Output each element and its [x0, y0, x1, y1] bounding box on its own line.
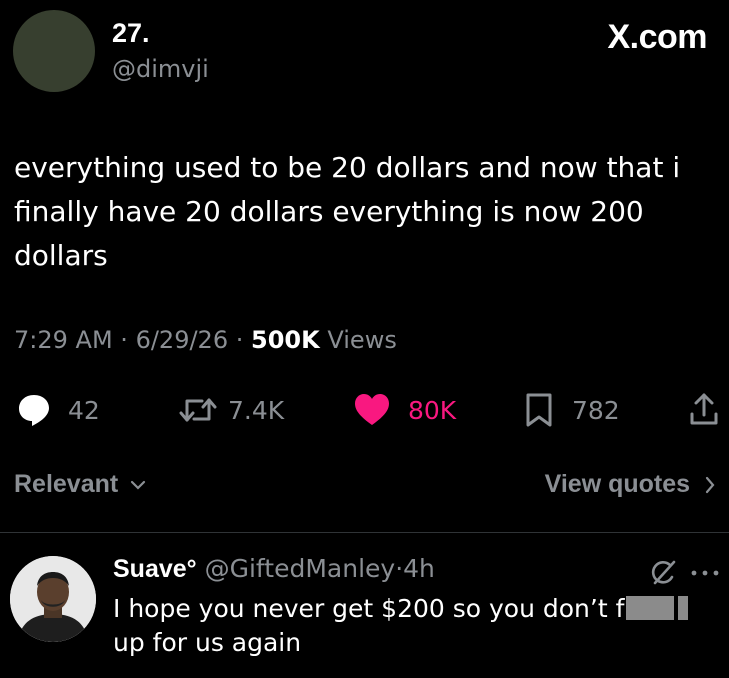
repost-icon — [179, 398, 217, 422]
like-button[interactable]: 80K — [352, 390, 456, 430]
chevron-right-icon — [705, 477, 715, 494]
post-meta: 7:29 AM · 6/29/26 · 500K Views — [14, 326, 397, 354]
reply-avatar[interactable] — [10, 556, 96, 642]
share-button[interactable] — [686, 390, 722, 430]
view-quotes-link[interactable]: View quotes — [545, 470, 717, 499]
meta-separator: · — [235, 326, 244, 354]
reply-separator: · — [395, 554, 404, 583]
author-name[interactable]: 27. — [112, 18, 150, 49]
grok-icon[interactable] — [648, 559, 678, 587]
views-count: 500K — [251, 326, 320, 354]
reply-author-name[interactable]: Suave° — [113, 555, 197, 583]
bookmark-count: 782 — [572, 395, 620, 425]
repost-count: 7.4K — [228, 395, 285, 425]
reply-text-line: up for us again — [113, 628, 302, 657]
sort-label: Relevant — [14, 470, 119, 498]
bookmark-icon — [526, 393, 552, 427]
reply-count: 42 — [68, 395, 100, 425]
share-icon — [690, 393, 718, 425]
post-time: 7:29 AM — [14, 326, 113, 354]
author-avatar[interactable] — [13, 10, 95, 92]
post-date: 6/29/26 — [135, 326, 229, 354]
chevron-down-icon — [131, 481, 146, 490]
sort-dropdown[interactable]: Relevant — [14, 470, 147, 499]
views-label: Views — [327, 326, 397, 354]
more-icon[interactable] — [690, 568, 720, 578]
reply-author-handle[interactable]: @GiftedManley — [205, 554, 396, 583]
bookmark-button[interactable]: 782 — [522, 390, 620, 430]
reply-time: 4h — [403, 554, 435, 583]
brand-logo: X.com — [607, 18, 707, 56]
reply-text: I hope you never get $200 so you don’t f… — [113, 592, 713, 660]
meta-separator: · — [120, 326, 128, 354]
reply-icon — [19, 395, 49, 426]
reply-button[interactable]: 42 — [14, 390, 100, 430]
like-count: 80K — [408, 395, 457, 425]
view-quotes-label: View quotes — [544, 470, 691, 498]
author-handle[interactable]: @dimvji — [112, 55, 209, 83]
divider — [0, 532, 729, 533]
post-text: everything used to be 20 dollars and now… — [14, 151, 681, 272]
heart-icon — [355, 394, 389, 425]
reply-header: Suave° @GiftedManley·4h — [113, 554, 435, 584]
censor-block — [678, 596, 689, 620]
censor-block — [626, 596, 675, 620]
repost-button[interactable]: 7.4K — [176, 390, 284, 430]
reply-text-line: I hope you never get $200 so you don’t f — [113, 594, 625, 623]
